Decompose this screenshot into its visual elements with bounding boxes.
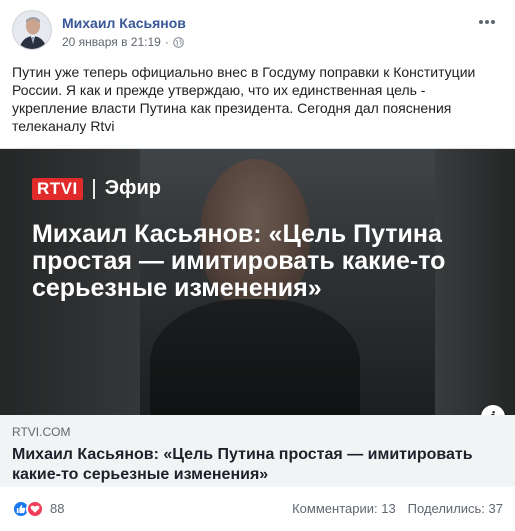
preview-image[interactable]: RTVI Эфир Михаил Касьянов: «Цель Путина … [0,149,515,415]
post-text: Путин уже теперь официально внес в Госду… [12,64,476,134]
overlay-badge: RTVI Эфир [32,177,161,200]
post-card: Михаил Касьянов 20 января в 21:19 · Пути… [0,0,515,531]
post-footer: 88 Комментарии: 13 Поделились: 37 [0,486,515,531]
meta-separator: · [164,35,169,49]
rtvi-logo: RTVI [32,177,83,200]
overlay-headline: Михаил Касьянов: «Цель Путина простая — … [32,220,446,302]
author-avatar[interactable] [12,10,52,50]
author-name-link[interactable]: Михаил Касьянов [62,15,186,31]
preview-title[interactable]: Михаил Касьянов: «Цель Путина простая — … [12,445,503,485]
preview-caption[interactable]: RTVI.COM Михаил Касьянов: «Цель Путина п… [0,415,515,487]
more-options-icon[interactable] [475,12,499,32]
love-icon [26,499,44,518]
shares-count-link[interactable]: Поделились: 37 [408,501,503,516]
preview-domain: RTVI.COM [12,425,71,439]
post-date-link[interactable]: 20 января в 21:19 [62,35,161,49]
reactions-summary[interactable]: 88 [12,499,64,518]
post-meta: 20 января в 21:19 · [62,35,184,49]
post-stats: Комментарии: 13 Поделились: 37 [292,501,503,516]
link-preview[interactable]: RTVI Эфир Михаил Касьянов: «Цель Путина … [0,148,515,487]
globe-icon[interactable] [173,36,184,48]
reactions-count[interactable]: 88 [50,501,64,516]
post-header: Михаил Касьянов 20 января в 21:19 · [12,10,503,54]
comments-count-link[interactable]: Комментарии: 13 [292,501,396,516]
badge-divider [92,178,95,199]
overlay-channel: Эфир [104,177,161,199]
